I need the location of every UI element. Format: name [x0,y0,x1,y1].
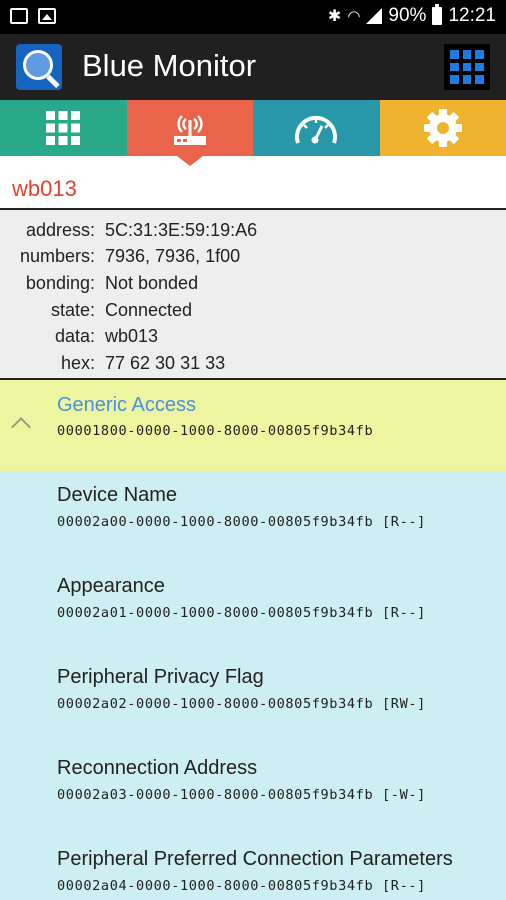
grid-menu-button[interactable] [444,44,490,90]
info-label: address: [25,219,95,240]
battery-icon [432,4,443,25]
router-signal-icon [173,115,206,145]
service-name: Generic Access [57,394,196,416]
service-header[interactable]: Generic Access 00001800-0000-1000-8000-0… [0,380,506,471]
characteristic-uuid: 00002a02-0000-1000-8000-00805f9b34fb [RW… [57,696,426,712]
app-logo-icon [16,44,62,90]
list-item[interactable]: Appearance 00002a01-0000-1000-8000-00805… [0,562,506,653]
tab-device[interactable] [126,100,253,166]
characteristic-name: Appearance [57,575,165,597]
bluetooth-icon: ✱ [327,8,342,25]
device-name: wb013 [12,176,77,201]
info-row-hex: hex: 77 62 30 31 33 [0,350,506,377]
info-row-data: data: wb013 [0,323,506,350]
info-value: 7936, 7936, 1f00 [105,246,241,267]
info-value: 77 62 30 31 33 [105,352,226,373]
info-label: hex: [60,352,95,373]
wifi-icon: ◠ [347,8,361,25]
tab-bar [0,100,506,166]
info-label: data: [54,326,95,347]
chevron-up-icon[interactable] [11,417,31,437]
device-header: wb013 [0,156,506,210]
status-bar: ✱ ◠ 90% 12:21 [0,0,506,34]
info-value: Connected [105,299,193,320]
image-icon [38,8,56,24]
grid-icon [46,111,81,145]
info-row-state: state: Connected [0,297,506,324]
list-item[interactable]: Peripheral Preferred Connection Paramete… [0,835,506,900]
service-uuid: 00001800-0000-1000-8000-00805f9b34fb [57,423,374,439]
tab-settings[interactable] [379,100,506,156]
characteristic-name: Reconnection Address [57,757,258,779]
app-bar: Blue Monitor [0,34,506,100]
characteristic-name: Peripheral Privacy Flag [57,666,264,688]
info-value: Not bonded [105,272,199,293]
characteristic-uuid: 00002a03-0000-1000-8000-00805f9b34fb [-W… [57,787,426,803]
info-value: wb013 [105,326,159,347]
speedometer-icon [295,115,338,144]
characteristic-name: Peripheral Preferred Connection Paramete… [57,848,453,870]
info-row-address: address: 5C:31:3E:59:19:A6 [0,217,506,244]
list-item[interactable]: Peripheral Privacy Flag 00002a02-0000-10… [0,653,506,744]
info-label: state: [50,299,95,320]
battery-percent: 90% [388,5,427,26]
signal-icon [366,8,383,24]
info-value: 5C:31:3E:59:19:A6 [105,219,258,240]
gallery-icon [10,8,28,24]
device-info: address: 5C:31:3E:59:19:A6 numbers: 7936… [0,210,506,380]
clock: 12:21 [448,5,496,26]
characteristic-uuid: 00002a04-0000-1000-8000-00805f9b34fb [R-… [57,878,426,894]
info-label: numbers: [19,246,95,267]
list-item[interactable]: Device Name 00002a00-0000-1000-8000-0080… [0,471,506,562]
info-row-bonding: bonding: Not bonded [0,270,506,297]
info-label: bonding: [25,272,95,293]
gear-icon [423,109,462,147]
tab-meter[interactable] [253,100,380,156]
app-title: Blue Monitor [82,48,257,83]
tab-grid[interactable] [0,100,127,156]
characteristic-uuid: 00002a01-0000-1000-8000-00805f9b34fb [R-… [57,605,426,621]
info-row-numbers: numbers: 7936, 7936, 1f00 [0,244,506,271]
characteristic-name: Device Name [57,484,178,506]
list-item[interactable]: Reconnection Address 00002a03-0000-1000-… [0,744,506,835]
characteristic-uuid: 00002a00-0000-1000-8000-00805f9b34fb [R-… [57,514,426,530]
